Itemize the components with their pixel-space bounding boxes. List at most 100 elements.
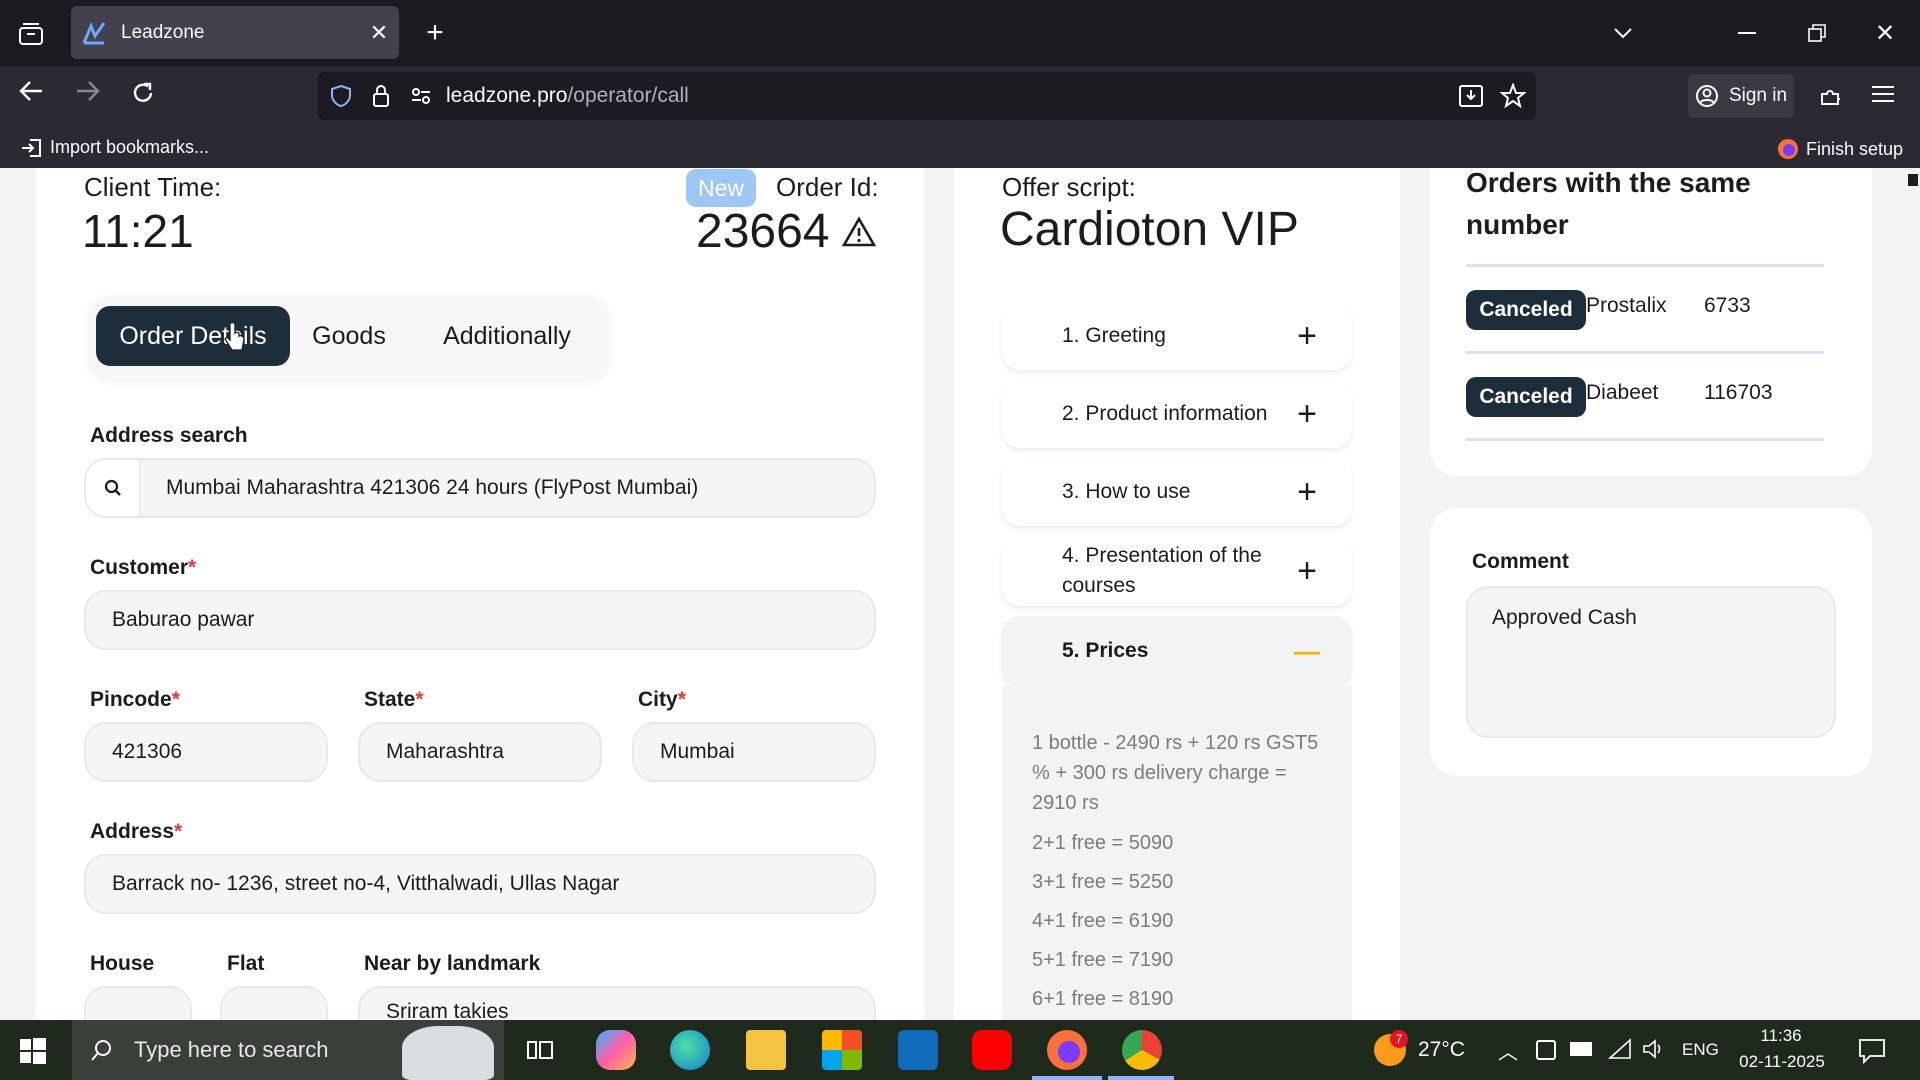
import-bookmarks-link[interactable]: Import bookmarks... (20, 137, 209, 158)
expand-plus-icon[interactable]: + (1292, 317, 1322, 356)
finish-setup-link[interactable]: Finish setup (1776, 137, 1903, 161)
edge-icon[interactable] (670, 1030, 710, 1070)
file-explorer-icon[interactable] (746, 1030, 786, 1070)
restore-icon[interactable] (1800, 16, 1834, 50)
warning-icon[interactable] (841, 216, 877, 253)
script-section-product-information[interactable]: 2. Product information + (1002, 380, 1352, 448)
tab-additionally[interactable]: Additionally (412, 306, 602, 366)
chrome-icon[interactable] (1122, 1030, 1162, 1070)
microsoft-store-icon[interactable] (822, 1030, 862, 1070)
finish-setup-label: Finish setup (1806, 138, 1904, 159)
copilot-icon[interactable] (596, 1030, 636, 1070)
order-id: 6733 (1704, 294, 1751, 317)
extensions-icon[interactable] (1818, 82, 1844, 113)
comment-textarea[interactable]: Approved Cash (1466, 586, 1836, 738)
back-arrow-icon[interactable] (18, 80, 54, 112)
collapse-minus-icon[interactable]: — (1292, 636, 1322, 667)
order-product: Diabeet (1586, 381, 1659, 404)
same-number-orders-title: Orders with the same number (1466, 168, 1751, 240)
browser-tab-active[interactable]: Leadzone ✕ (71, 6, 399, 59)
battery-icon[interactable] (1570, 1042, 1592, 1056)
close-window-icon[interactable]: ✕ (1868, 16, 1902, 50)
order-row[interactable]: Canceled Diabeet 116703 (1466, 365, 1824, 427)
city-field[interactable]: Mumbai (632, 722, 876, 782)
state-field[interactable]: Maharashtra (358, 722, 602, 782)
bookmark-star-icon[interactable] (1500, 83, 1526, 109)
app-menu-icon[interactable] (1872, 84, 1896, 109)
reload-icon[interactable] (130, 80, 166, 112)
clock-time[interactable]: 11:36 (1736, 1026, 1826, 1046)
input-language[interactable]: ENG (1682, 1040, 1719, 1060)
sign-in-button[interactable]: Sign in (1688, 74, 1794, 118)
tab-order-details[interactable]: Order Details (96, 306, 290, 366)
landmark-field[interactable]: Sriram takies (358, 986, 876, 1020)
script-section-greeting[interactable]: 1. Greeting + (1002, 302, 1352, 370)
scrollbar-thumb[interactable] (1908, 174, 1918, 186)
task-view-icon[interactable] (520, 1030, 560, 1070)
forward-arrow-icon[interactable] (75, 80, 111, 112)
expand-plus-icon[interactable]: + (1292, 552, 1322, 591)
save-to-device-icon[interactable] (1458, 84, 1484, 108)
order-row[interactable]: Canceled Prostalix 6733 (1466, 278, 1824, 340)
section-label: 4. Presentation of the courses (1062, 544, 1262, 597)
volume-icon[interactable] (1642, 1038, 1666, 1065)
windows-start-icon[interactable] (20, 1038, 46, 1069)
notifications-icon[interactable] (1858, 1038, 1886, 1069)
tracking-shield-icon[interactable] (330, 84, 352, 108)
tray-chevron-icon[interactable]: ︿ (1498, 1036, 1518, 1065)
taskbar-search-box[interactable]: Type here to search (72, 1020, 504, 1080)
divider (1466, 264, 1824, 267)
minimize-icon[interactable] (1730, 16, 1764, 50)
url-text[interactable]: leadzone.pro/operator/call (446, 84, 689, 108)
customer-label: Customer* (90, 556, 196, 580)
pincode-field[interactable]: 421306 (84, 722, 328, 782)
clock-date[interactable]: 02-11-2025 (1730, 1052, 1834, 1072)
offer-script-label: Offer script: (1002, 172, 1136, 202)
script-section-prices[interactable]: 5. Prices — (1002, 616, 1352, 686)
tab-list-chevron-icon[interactable] (1606, 16, 1640, 50)
address-search-input[interactable]: Mumbai Maharashtra 421306 24 hours (FlyP… (84, 458, 876, 518)
price-line: 1 bottle - 2490 rs + 120 rs GST5 % + 300… (1032, 732, 1319, 814)
tab-goods[interactable]: Goods (294, 306, 404, 366)
sign-in-label: Sign in (1728, 85, 1788, 106)
account-icon (1695, 85, 1718, 107)
outlook-icon[interactable] (898, 1030, 938, 1070)
flat-field[interactable] (220, 986, 328, 1020)
wifi-icon[interactable] (1607, 1038, 1632, 1065)
firefox-taskbar-icon[interactable] (1047, 1030, 1087, 1070)
price-line: 5+1 free = 7190 (1032, 949, 1174, 971)
tab-close-icon[interactable]: ✕ (359, 20, 399, 46)
house-field[interactable] (84, 986, 192, 1020)
tab-overview-icon[interactable] (14, 17, 48, 51)
lock-icon[interactable] (372, 84, 390, 108)
youtube-icon[interactable] (972, 1030, 1012, 1070)
pincode-label-text: Pincode (90, 688, 172, 711)
customer-field[interactable]: Baburao pawar (84, 590, 876, 650)
browser-tab-bar: Leadzone ✕ + ✕ (0, 0, 1920, 66)
meet-now-icon[interactable] (1536, 1040, 1556, 1060)
address-bar[interactable]: leadzone.pro/operator/call (318, 72, 1536, 120)
canceled-status-badge: Canceled (1466, 290, 1586, 330)
price-line: 3+1 free = 5250 (1032, 871, 1174, 893)
expand-plus-icon[interactable]: + (1292, 395, 1322, 434)
script-section-courses[interactable]: 4. Presentation of the courses + (1002, 536, 1352, 606)
address-label-text: Address (90, 820, 175, 843)
required-mark: * (677, 688, 686, 711)
site-permissions-icon[interactable] (410, 86, 432, 106)
section-label: 3. How to use (1062, 480, 1191, 503)
divider (1466, 438, 1824, 441)
city-label: City* (638, 688, 686, 712)
url-path: /operator/call (567, 84, 689, 107)
order-product: Prostalix (1586, 294, 1667, 317)
active-app-indicator (1108, 1076, 1174, 1080)
order-id-label: Order Id: (776, 172, 879, 202)
script-section-how-to-use[interactable]: 3. How to use + (1002, 458, 1352, 526)
address-value: Barrack no- 1236, street no-4, Vitthalwa… (112, 872, 620, 895)
new-tab-icon[interactable]: + (418, 16, 452, 50)
expand-plus-icon[interactable]: + (1292, 473, 1322, 512)
search-icon (91, 1040, 111, 1061)
temperature[interactable]: 27°C (1418, 1038, 1465, 1062)
customer-value: Baburao pawar (112, 608, 255, 631)
polar-bear-image (402, 1026, 494, 1080)
address-field[interactable]: Barrack no- 1236, street no-4, Vitthalwa… (84, 854, 876, 914)
